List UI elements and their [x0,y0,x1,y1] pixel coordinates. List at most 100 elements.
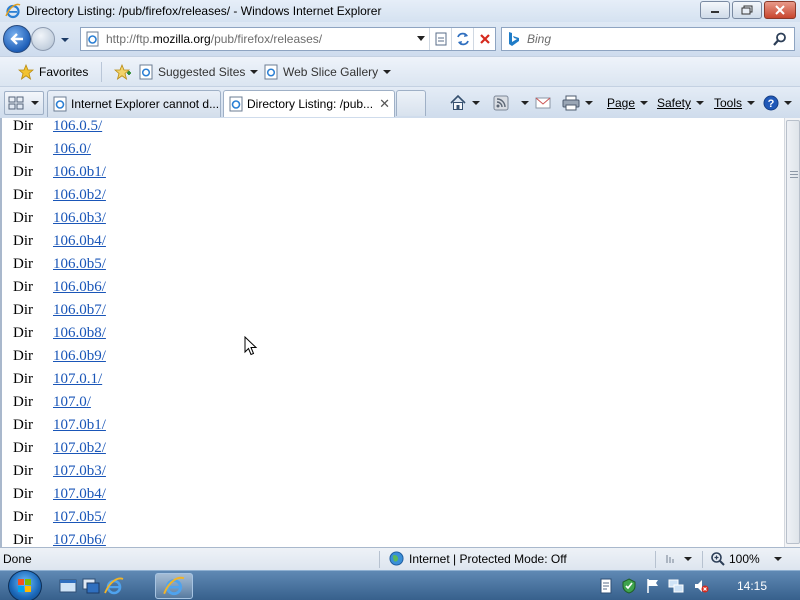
search-input[interactable]: Bing [527,32,766,46]
switch-windows-icon[interactable] [81,576,101,596]
close-tab-icon[interactable]: ✕ [379,96,390,112]
web-slice-gallery-link[interactable]: Web Slice Gallery [264,61,392,83]
forward-button[interactable] [31,27,55,51]
tab-internet-explorer-cannot-display[interactable]: Internet Explorer cannot d... [47,90,221,117]
internet-explorer-icon[interactable] [104,576,124,596]
security-zone[interactable]: Internet | Protected Mode: Off [389,551,567,566]
url-path: /pub/firefox/releases/ [210,32,323,46]
list-item: Dir 107.0b6/ [13,529,106,547]
directory-link[interactable]: 106.0b4/ [53,233,106,250]
directory-link[interactable]: 106.0b8/ [53,325,106,342]
list-item: Dir 107.0b1/ [13,414,106,437]
quick-tabs-icon [8,96,24,110]
vertical-scrollbar[interactable] [784,118,800,547]
list-item: Dir 106.0/ [13,138,106,161]
volume-muted-icon[interactable] [693,578,709,594]
suggested-sites-link[interactable]: Suggested Sites [139,61,259,83]
status-text: Done [3,552,32,566]
refresh-button[interactable] [451,28,473,50]
action-center-icon[interactable] [621,578,637,594]
search-box[interactable]: Bing [501,27,795,51]
show-desktop-icon[interactable] [58,576,78,596]
chevron-down-icon [417,36,425,41]
zoom-level: 100% [729,552,760,566]
entry-type: Dir [13,256,33,272]
directory-link[interactable]: 106.0b2/ [53,187,106,204]
print-button[interactable] [562,92,593,114]
address-dropdown-button[interactable] [413,28,429,50]
navigation-bar: http://ftp.mozilla.org/pub/firefox/relea… [0,22,800,56]
system-clock[interactable]: 14:15 [737,579,767,593]
directory-link[interactable]: 107.0b5/ [53,509,106,526]
flag-icon[interactable] [645,578,661,594]
list-item: Dir 107.0b5/ [13,506,106,529]
directory-link[interactable]: 106.0b5/ [53,256,106,273]
compatibility-view-button[interactable] [429,28,451,50]
entry-type: Dir [13,440,33,456]
suggested-sites-label: Suggested Sites [158,65,246,79]
recent-pages-dropdown-icon[interactable] [60,35,70,45]
search-icon [773,32,786,46]
directory-link[interactable]: 106.0b9/ [53,348,106,365]
directory-link[interactable]: 106.0/ [53,141,91,158]
title-bar: Directory Listing: /pub/firefox/releases… [0,0,800,22]
maximize-button[interactable] [732,1,762,19]
help-button[interactable]: ? [763,92,792,114]
safety-menu-button[interactable]: Safety [657,92,705,114]
entry-type: Dir [13,371,33,387]
entry-type: Dir [13,141,33,157]
document-tray-icon[interactable] [598,578,614,594]
directory-listing: Dir 106.0.5/Dir 106.0/Dir 106.0b1/Dir 106.0b… [13,118,106,547]
status-bar: Done Internet | Protected Mode: Off 100% [0,547,800,570]
scrollbar-thumb[interactable] [786,120,800,544]
close-window-button[interactable] [764,1,796,19]
directory-link[interactable]: 106.0.5/ [53,118,102,135]
directory-link[interactable]: 107.0b3/ [53,463,106,480]
directory-link[interactable]: 106.0b6/ [53,279,106,296]
protected-mode-button[interactable] [664,552,694,569]
minimize-button[interactable] [700,1,730,19]
list-item: Dir 106.0b9/ [13,345,106,368]
page-menu-button[interactable]: Page [607,92,649,114]
minimize-icon [711,11,719,13]
feeds-button[interactable] [493,92,529,114]
stop-button[interactable] [473,28,495,50]
directory-link[interactable]: 106.0b3/ [53,210,106,227]
new-tab-button[interactable] [396,90,426,116]
url-domain: mozilla.org [152,32,211,46]
home-button[interactable] [449,92,480,114]
tab-directory-listing[interactable]: Directory Listing: /pub... ✕ [223,90,395,117]
directory-link[interactable]: 106.0b7/ [53,302,106,319]
chevron-down-icon [585,101,593,105]
entry-type: Dir [13,279,33,295]
favorites-label: Favorites [39,65,89,79]
taskbar-internet-explorer-button[interactable] [155,573,193,599]
mouse-cursor-icon [244,336,258,356]
search-button[interactable] [766,28,794,50]
ie-page-icon [229,96,243,112]
directory-link[interactable]: 107.0b4/ [53,486,106,503]
address-url[interactable]: http://ftp.mozilla.org/pub/firefox/relea… [106,32,413,46]
add-favorite-icon [114,64,131,80]
quick-tabs-button[interactable] [4,91,44,115]
start-button[interactable] [8,570,42,600]
entry-type: Dir [13,187,33,203]
list-item: Dir 107.0.1/ [13,368,106,391]
directory-link[interactable]: 106.0b1/ [53,164,106,181]
read-mail-button[interactable] [535,92,551,114]
directory-link[interactable]: 107.0/ [53,394,91,411]
directory-link[interactable]: 107.0b2/ [53,440,106,457]
directory-link[interactable]: 107.0b6/ [53,532,106,547]
directory-link[interactable]: 107.0b1/ [53,417,106,434]
add-to-favorites-bar-button[interactable] [114,61,132,83]
address-bar[interactable]: http://ftp.mozilla.org/pub/firefox/relea… [80,27,496,51]
favorites-button[interactable]: Favorites [12,61,94,83]
back-button[interactable] [3,25,31,53]
network-icon[interactable] [668,578,684,594]
tab-list-dropdown-icon[interactable] [29,99,41,107]
zoom-control[interactable]: 100% [710,551,782,567]
tools-menu-button[interactable]: Tools [714,92,756,114]
ie-page-icon [139,64,153,80]
list-item: Dir 106.0b6/ [13,276,106,299]
directory-link[interactable]: 107.0.1/ [53,371,102,388]
